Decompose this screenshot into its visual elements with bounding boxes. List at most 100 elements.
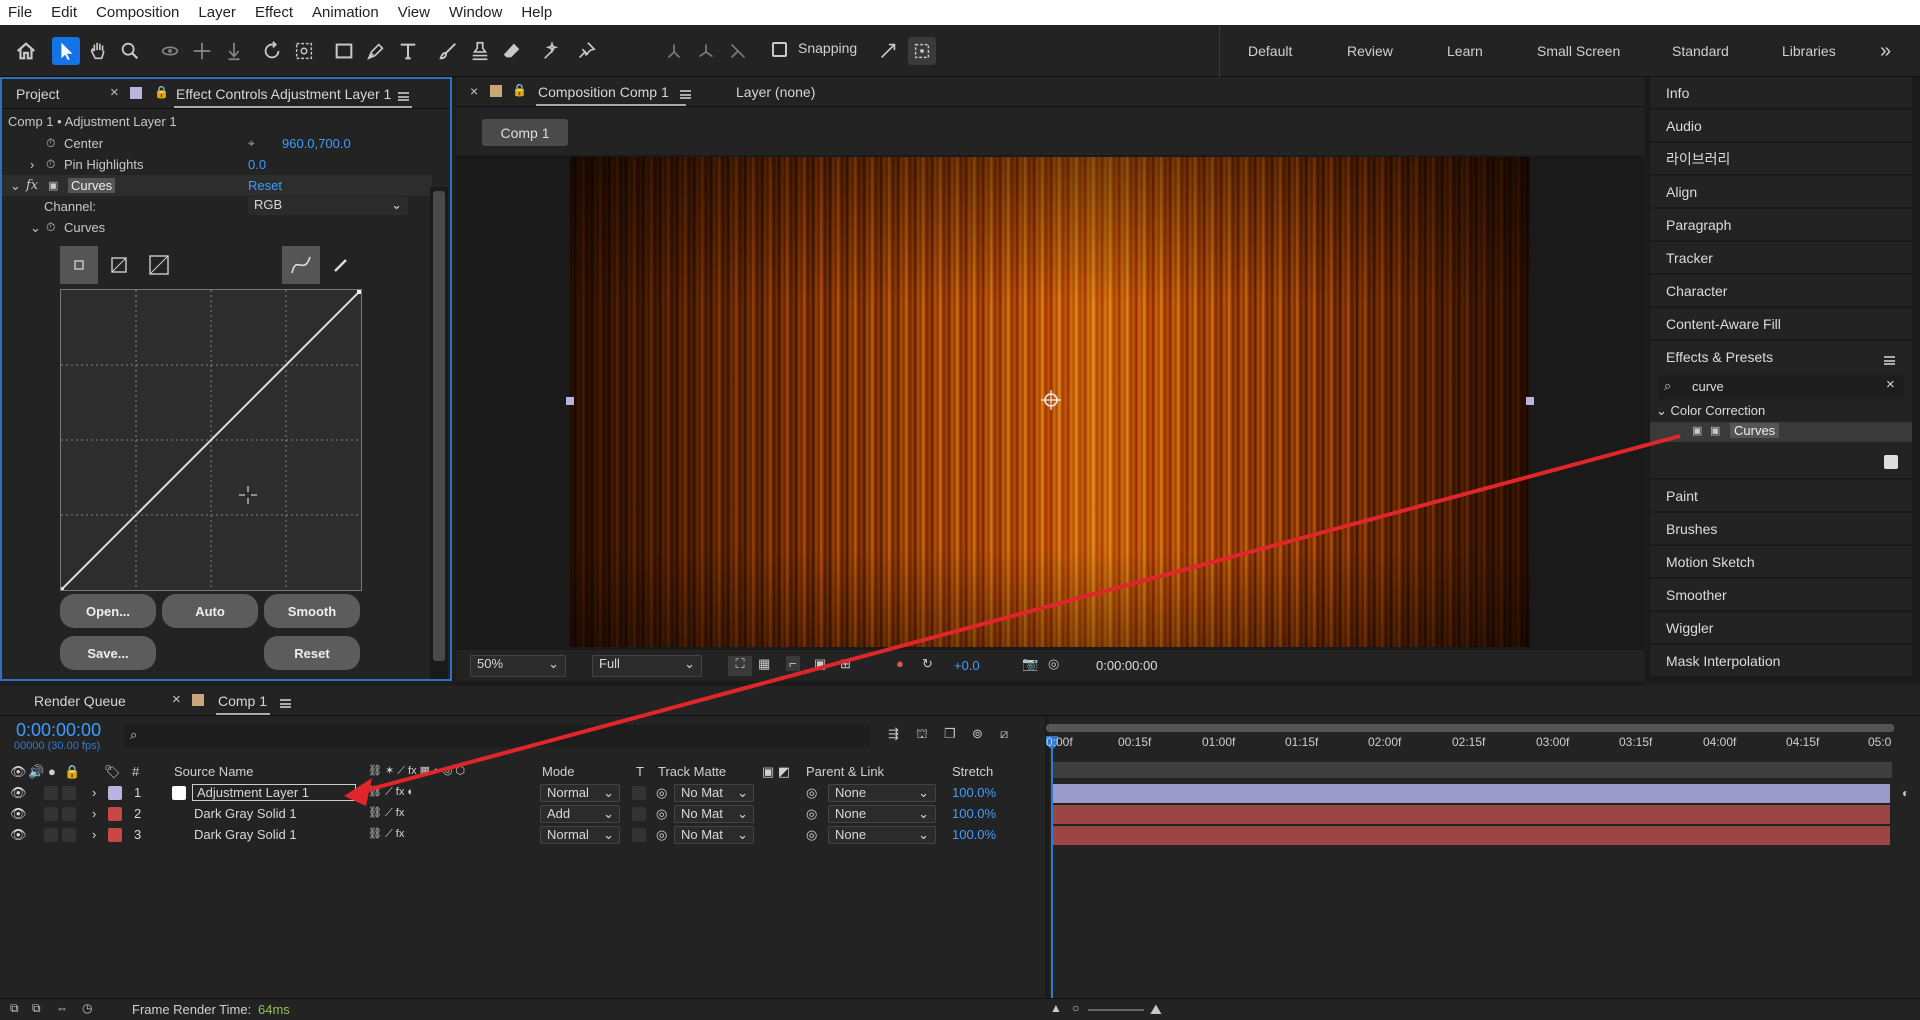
local-axis-icon[interactable] xyxy=(660,37,688,65)
parent-select[interactable]: None ⌄ xyxy=(828,805,936,823)
snapshot-icon[interactable]: 📷 xyxy=(1022,656,1038,672)
region-of-interest-icon[interactable]: ▣ xyxy=(814,656,826,672)
curves-open-button[interactable]: Open... xyxy=(60,594,156,628)
chevron-down-icon[interactable]: ⌄ xyxy=(30,220,41,236)
panel-character[interactable]: Character xyxy=(1650,275,1912,307)
menu-file[interactable]: File xyxy=(8,4,32,21)
layer-switches-icons[interactable]: ⛓ ⟋ fx xyxy=(368,827,404,841)
home-icon[interactable] xyxy=(12,37,40,65)
parent-pickwhip-icon[interactable]: ◎ xyxy=(806,785,817,801)
layer-switches-icons[interactable]: ⛓ ⟋ fx xyxy=(368,806,404,820)
visibility-icon[interactable]: 👁 xyxy=(10,785,27,801)
type-tool-icon[interactable] xyxy=(394,37,422,65)
snap-grid-icon[interactable] xyxy=(908,37,936,65)
layer-name[interactable]: Adjustment Layer 1 xyxy=(192,784,356,801)
anchor-point-tool-icon[interactable] xyxy=(290,37,318,65)
pickwhip-icon[interactable]: ◎ xyxy=(656,827,667,843)
dolly-camera-icon[interactable] xyxy=(220,37,248,65)
panel-mask-interpolation[interactable]: Mask Interpolation xyxy=(1650,645,1912,677)
stopwatch-icon[interactable]: ⏱ xyxy=(46,136,55,151)
panel-wiggler[interactable]: Wiggler xyxy=(1650,612,1912,644)
tab-composition[interactable]: Composition Comp 1 xyxy=(538,84,669,100)
solo-switch[interactable] xyxy=(44,807,58,821)
roto-brush-tool-icon[interactable] xyxy=(538,37,566,65)
workspace-small-screen[interactable]: Small Screen xyxy=(1537,25,1620,77)
hand-tool-icon[interactable] xyxy=(84,37,112,65)
brush-tool-icon[interactable] xyxy=(434,37,462,65)
parent-select[interactable]: None ⌄ xyxy=(828,784,936,802)
stretch-value[interactable]: 100.0% xyxy=(952,827,996,842)
layer-row-1[interactable]: 👁 › 1 Adjustment Layer 1 ⛓ ⟋ fx ◐ Normal… xyxy=(0,783,1045,804)
anchor-point-icon[interactable] xyxy=(1040,389,1062,411)
label-icon[interactable]: 🏷 xyxy=(104,764,121,780)
lock-icon[interactable]: 🔒 xyxy=(154,85,169,99)
stopwatch-icon[interactable]: ⏱ xyxy=(46,220,55,235)
parent-pickwhip-icon[interactable]: ◎ xyxy=(806,827,817,843)
panel-tracker[interactable]: Tracker xyxy=(1650,242,1912,274)
panel-smoother[interactable]: Smoother xyxy=(1650,579,1912,611)
graph-size-medium-icon[interactable] xyxy=(100,246,138,284)
menu-layer[interactable]: Layer xyxy=(198,4,236,21)
mask-visibility-icon[interactable]: ⌐ xyxy=(786,656,800,671)
prop-value-center[interactable]: 960.0,700.0 xyxy=(282,136,351,151)
tab-layer[interactable]: Layer (none) xyxy=(736,84,815,100)
workspace-default[interactable]: Default xyxy=(1248,25,1292,77)
resolution-select[interactable]: Full ⌄ xyxy=(592,655,702,677)
timeline-timecode[interactable]: 0:00:00:00 xyxy=(16,720,101,741)
lock-switch[interactable] xyxy=(62,786,76,800)
workspace-overflow-icon[interactable]: » xyxy=(1880,25,1891,77)
effect-reset-link[interactable]: Reset xyxy=(248,178,282,193)
panel-libraries[interactable]: 라이브러리 xyxy=(1650,143,1912,175)
prop-value-pin-highlights[interactable]: 0.0 xyxy=(248,157,266,172)
transparency-grid-icon[interactable]: ▦ xyxy=(758,656,770,672)
curves-save-button[interactable]: Save... xyxy=(60,636,156,670)
tab-comp-1[interactable]: Comp 1 xyxy=(218,693,267,709)
panel-brushes[interactable]: Brushes xyxy=(1650,513,1912,545)
viewer-timecode[interactable]: 0:00:00:00 xyxy=(1096,658,1157,673)
current-time-indicator[interactable] xyxy=(1051,736,1053,1008)
layer-end-marker-icon[interactable]: ◐ xyxy=(1902,786,1909,800)
layer-search-input[interactable]: ⌕ xyxy=(124,725,870,747)
exposure-value[interactable]: +0.0 xyxy=(954,658,980,673)
layer-mode-select[interactable]: Normal ⌄ xyxy=(540,784,620,802)
zoom-tool-icon[interactable] xyxy=(116,37,144,65)
lock-switch[interactable] xyxy=(62,807,76,821)
mode-header[interactable]: Mode xyxy=(542,764,575,779)
tab-render-queue[interactable]: Render Queue xyxy=(34,693,126,709)
workspace-libraries[interactable]: Libraries xyxy=(1782,25,1836,77)
panel-content-aware-fill[interactable]: Content-Aware Fill xyxy=(1650,308,1912,340)
menu-composition[interactable]: Composition xyxy=(96,4,179,21)
layer-bar-2[interactable] xyxy=(1052,805,1890,824)
layer-switches-toggle-icon[interactable]: ⧉ xyxy=(10,1001,19,1016)
close-icon[interactable]: × xyxy=(172,691,181,708)
timeline-ruler-track[interactable] xyxy=(1052,762,1892,778)
curves-auto-button[interactable]: Auto xyxy=(162,594,258,628)
zoom-slider-track[interactable] xyxy=(1088,1009,1144,1011)
chevron-right-icon[interactable]: › xyxy=(92,827,96,842)
panel-paint[interactable]: Paint xyxy=(1650,480,1912,512)
solo-icon[interactable]: ● xyxy=(48,764,56,779)
show-snapshot-icon[interactable]: ◎ xyxy=(1048,656,1059,672)
selection-tool-icon[interactable] xyxy=(52,37,80,65)
preserve-transparency-switch[interactable] xyxy=(632,807,646,821)
orbit-camera-icon[interactable] xyxy=(156,37,184,65)
puppet-pin-tool-icon[interactable] xyxy=(572,37,600,65)
channel-select[interactable]: RGB ⌄ xyxy=(248,197,408,215)
layer-row-3[interactable]: 👁 › 3 Dark Gray Solid 1 ⛓ ⟋ fx Normal ⌄ ◎… xyxy=(0,825,1045,846)
lock-icon[interactable]: 🔒 xyxy=(64,764,80,780)
track-matte-select[interactable]: No Mat ⌄ xyxy=(674,784,754,802)
curves-reset-button[interactable]: Reset xyxy=(264,636,360,670)
menu-window[interactable]: Window xyxy=(449,4,502,21)
channel-color-icon[interactable]: ● xyxy=(896,656,904,671)
visibility-icon[interactable]: 👁 xyxy=(10,764,27,780)
effect-result-row[interactable]: ▣ ▣ Curves xyxy=(1650,422,1912,442)
hide-shy-layers-icon[interactable]: ❐ xyxy=(944,726,956,742)
frame-blending-icon[interactable]: ⊚ xyxy=(972,726,983,742)
menu-view[interactable]: View xyxy=(398,4,430,21)
tab-project[interactable]: Project xyxy=(16,86,60,102)
layer-name[interactable]: Dark Gray Solid 1 xyxy=(194,827,297,842)
zoom-out-icon[interactable]: ▲ xyxy=(1050,1001,1062,1015)
fx-icon[interactable]: fx xyxy=(26,178,38,193)
comp-mini-flowchart-icon[interactable]: ⇶ xyxy=(888,726,899,742)
curve-tool-icon[interactable] xyxy=(282,246,320,284)
